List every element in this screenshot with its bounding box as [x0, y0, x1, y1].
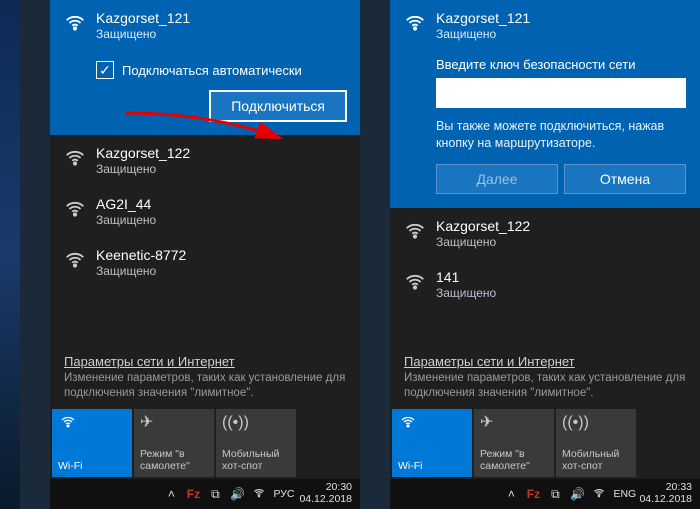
- network-status: Защищено: [436, 235, 530, 249]
- wifi-secure-icon: [64, 249, 86, 271]
- wifi-secure-icon: [64, 198, 86, 220]
- network-item[interactable]: AG2I_44 Защищено: [50, 186, 360, 237]
- action-tiles: Wi-Fi ✈ Режим "в самолете" ((•)) Мобильн…: [50, 409, 360, 479]
- tray-volume-icon[interactable]: 🔊: [229, 487, 245, 501]
- tile-label: Мобильный хот-спот: [562, 448, 630, 472]
- tile-label: Режим "в самолете": [140, 448, 208, 472]
- wifi-icon: [64, 12, 86, 34]
- wps-hint: Вы также можете подключиться, нажав кноп…: [436, 118, 686, 152]
- auto-connect-label: Подключаться автоматически: [122, 63, 302, 78]
- tile-label: Режим "в самолете": [480, 448, 548, 472]
- tile-wifi[interactable]: Wi-Fi: [392, 409, 472, 477]
- network-status: Защищено: [96, 162, 190, 176]
- wifi-flyout-right: Kazgorset_121 Защищено Введите ключ безо…: [390, 0, 700, 509]
- network-status: Защищено: [436, 286, 496, 300]
- network-item[interactable]: Keenetic-8772 Защищено: [50, 237, 360, 288]
- wifi-icon: [398, 414, 418, 435]
- desktop-sliver-left: [0, 0, 20, 509]
- network-name: 141: [436, 269, 496, 285]
- network-settings-link[interactable]: Параметры сети и Интернет: [50, 344, 360, 371]
- tray-date: 04.12.2018: [639, 494, 692, 506]
- tile-label: Wi-Fi: [398, 460, 466, 472]
- network-settings-sub: Изменение параметров, таких как установл…: [390, 371, 700, 409]
- wifi-icon: [58, 414, 78, 435]
- tray-chevron-icon[interactable]: ˄: [503, 487, 519, 501]
- network-item-selected[interactable]: Kazgorset_121 Защищено: [50, 0, 360, 51]
- tile-wifi[interactable]: Wi-Fi: [52, 409, 132, 477]
- tile-label: Мобильный хот-спот: [222, 448, 290, 472]
- network-name: Kazgorset_122: [96, 145, 190, 161]
- tile-airplane[interactable]: ✈ Режим "в самолете": [134, 409, 214, 477]
- tile-hotspot[interactable]: ((•)) Мобильный хот-спот: [556, 409, 636, 477]
- network-name: Keenetic-8772: [96, 247, 186, 263]
- network-item[interactable]: Kazgorset_122 Защищено: [50, 135, 360, 186]
- wifi-secure-icon: [404, 220, 426, 242]
- action-tiles: Wi-Fi ✈ Режим "в самолете" ((•)) Мобильн…: [390, 409, 700, 479]
- tile-label: Wi-Fi: [58, 460, 126, 472]
- connect-button[interactable]: Подключиться: [210, 91, 346, 121]
- wifi-flyout-left: Kazgorset_121 Защищено ✓ Подключаться ав…: [50, 0, 360, 509]
- airplane-icon: ✈: [480, 414, 493, 432]
- tile-airplane[interactable]: ✈ Режим "в самолете": [474, 409, 554, 477]
- network-list: Kazgorset_121 Защищено ✓ Подключаться ав…: [50, 0, 360, 344]
- hotspot-icon: ((•)): [222, 414, 249, 432]
- wifi-secure-icon: [64, 147, 86, 169]
- network-settings-sub: Изменение параметров, таких как установл…: [50, 371, 360, 409]
- taskbar: ˄ Fz ⧉ 🔊 ENG 20:33 04.12.2018: [390, 479, 700, 509]
- hotspot-icon: ((•)): [562, 414, 589, 432]
- tray-network-icon[interactable]: [251, 487, 267, 502]
- network-item[interactable]: Kazgorset_122 Защищено: [390, 208, 700, 259]
- network-list: Kazgorset_121 Защищено Введите ключ безо…: [390, 0, 700, 344]
- network-status: Защищено: [96, 213, 156, 227]
- auto-connect-checkbox[interactable]: ✓: [96, 61, 114, 79]
- network-item[interactable]: 141 Защищено: [390, 259, 700, 310]
- tray-clock[interactable]: 20:33 04.12.2018: [635, 482, 696, 505]
- network-name: Kazgorset_122: [436, 218, 530, 234]
- network-expanded: ✓ Подключаться автоматически Подключитьс…: [50, 51, 360, 135]
- tray-dropbox-icon[interactable]: ⧉: [547, 487, 563, 502]
- network-name: Kazgorset_121: [436, 10, 686, 26]
- airplane-icon: ✈: [140, 414, 153, 432]
- wifi-icon: [404, 271, 426, 293]
- password-panel: Введите ключ безопасности сети Вы также …: [390, 51, 700, 208]
- network-status: Защищено: [96, 27, 346, 41]
- tray-filezilla-icon[interactable]: Fz: [185, 487, 201, 501]
- network-name: AG2I_44: [96, 196, 156, 212]
- tray-chevron-icon[interactable]: ˄: [163, 487, 179, 501]
- cancel-button[interactable]: Отмена: [564, 164, 686, 194]
- password-label: Введите ключ безопасности сети: [436, 57, 686, 72]
- password-input[interactable]: [436, 78, 686, 108]
- tray-volume-icon[interactable]: 🔊: [569, 487, 585, 501]
- tray-dropbox-icon[interactable]: ⧉: [207, 487, 223, 502]
- tile-hotspot[interactable]: ((•)) Мобильный хот-спот: [216, 409, 296, 477]
- tray-clock[interactable]: 20:30 04.12.2018: [295, 482, 356, 505]
- taskbar: ˄ Fz ⧉ 🔊 РУС 20:30 04.12.2018: [50, 479, 360, 509]
- tray-lang[interactable]: РУС: [273, 488, 289, 500]
- tray-lang[interactable]: ENG: [613, 488, 629, 500]
- wifi-icon: [404, 12, 426, 34]
- network-status: Защищено: [96, 264, 186, 278]
- network-name: Kazgorset_121: [96, 10, 346, 26]
- next-button[interactable]: Далее: [436, 164, 558, 194]
- tray-network-icon[interactable]: [591, 487, 607, 502]
- network-status: Защищено: [436, 27, 686, 41]
- auto-connect-row[interactable]: ✓ Подключаться автоматически: [96, 51, 346, 91]
- tray-filezilla-icon[interactable]: Fz: [525, 487, 541, 501]
- network-item-selected[interactable]: Kazgorset_121 Защищено: [390, 0, 700, 51]
- network-settings-link[interactable]: Параметры сети и Интернет: [390, 344, 700, 371]
- tray-date: 04.12.2018: [299, 494, 352, 506]
